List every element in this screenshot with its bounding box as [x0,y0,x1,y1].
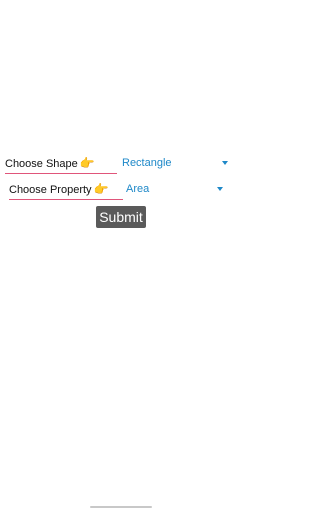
chevron-down-icon [222,161,228,165]
shape-select[interactable]: Rectangle [122,155,230,171]
choose-shape-text: Choose Shape [5,158,78,170]
choose-shape-label: Choose Shape 👉 [5,156,117,174]
property-select[interactable]: Area [126,181,225,197]
chevron-down-icon [217,187,223,191]
choose-property-label: Choose Property 👉 [9,182,123,200]
property-select-value: Area [126,183,150,195]
pointing-hand-icon: 👉 [79,156,95,170]
choose-property-text: Choose Property [9,184,92,196]
home-indicator [90,506,152,508]
submit-button[interactable]: Submit [96,206,146,228]
shape-select-value: Rectangle [122,157,172,169]
pointing-hand-icon: 👉 [93,182,109,196]
